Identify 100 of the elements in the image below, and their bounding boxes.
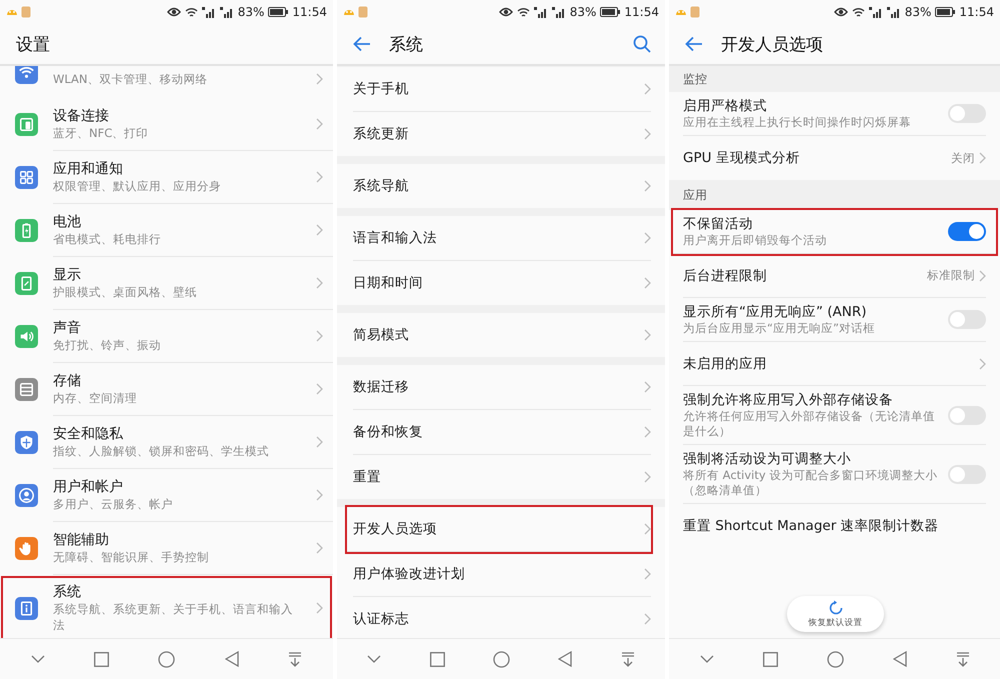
recent-apps-icon[interactable] [430,652,445,666]
chevron-icon [316,73,323,85]
item-title: 用户体验改进计划 [353,565,466,583]
settings-item[interactable]: 用户体验改进计划 [353,552,651,597]
item-subtitle: 多用户、云服务、帐户 [53,496,174,512]
settings-item[interactable]: 语言和输入法 [353,216,651,261]
settings-item[interactable]: 数据迁移 [353,365,651,410]
item-title: 认证标志 [353,610,410,628]
settings-item[interactable]: 声音 免打扰、铃声、振动 [0,310,333,363]
toggle-switch[interactable] [948,310,986,329]
settings-item[interactable]: 安全和隐私 指纹、人脸解锁、锁屏和密码、学生模式 [0,416,333,469]
setting-row[interactable]: 显示所有“应用无响应” (ANR) 为后台应用显示“应用无响应”对话框 [683,298,986,342]
collapse-icon[interactable] [30,655,45,663]
back-icon[interactable] [353,36,371,52]
recent-apps-icon[interactable] [762,652,778,666]
chevron-icon [644,381,651,393]
restore-defaults-button[interactable]: 恢复默认设置 [787,596,884,632]
notification-icon [690,6,700,18]
item-title: 语言和输入法 [353,229,438,247]
search-icon[interactable] [633,35,651,53]
settings-item[interactable]: 备份和恢复 [353,410,651,455]
refresh-icon [828,600,844,616]
signal-icon [220,6,234,18]
settings-item[interactable]: 存储 内存、空间清理 [0,363,333,416]
chevron-icon [316,330,323,342]
chevron-icon [316,383,323,395]
back-icon[interactable] [224,651,239,667]
page-title: 设置 [16,34,51,56]
home-icon[interactable] [492,650,510,668]
back-icon[interactable] [558,651,572,667]
chevron-icon [979,358,986,370]
settings-item[interactable]: 应用和通知 权限管理、默认应用、应用分身 [0,151,333,204]
item-title: 系统更新 [353,125,410,143]
item-subtitle: 指纹、人脸解锁、锁屏和密码、学生模式 [53,443,270,459]
clock: 11:54 [959,5,994,19]
notification-icon [21,6,31,18]
setting-row[interactable]: 强制将活动设为可调整大小 将所有 Activity 设为可配合多窗口环境调整大小（忽略清单值） [683,445,986,504]
setting-row[interactable]: 未启用的应用 [683,342,986,386]
collapse-icon[interactable] [367,655,382,663]
setting-row[interactable]: 强制允许将应用写入外部存储设备 允许将任何应用写入外部存储设备（无论清单值是什么） [683,386,986,445]
pull-down-icon[interactable] [288,652,302,666]
section-header: 监控 [683,70,707,88]
chevron-icon [316,489,323,501]
settings-item[interactable]: 开发人员选项 [347,507,651,552]
chevron-icon [644,232,651,244]
setting-row[interactable]: 重置 Shortcut Manager 速率限制计数器 [683,504,986,548]
chevron-icon [644,277,651,289]
item-title: 重置 [353,468,382,486]
wifi-icon [184,6,198,18]
setting-row[interactable]: GPU 呈现模式分析 关闭 [683,136,986,180]
battery-icon [600,7,620,17]
chevron-icon [316,542,323,554]
home-icon[interactable] [826,650,844,668]
item-title: 开发人员选项 [353,520,438,538]
chevron-icon [644,83,651,95]
eye-icon [498,7,513,17]
item-subtitle: 省电模式、耗电排行 [53,231,162,247]
chevron-icon [316,436,323,448]
item-title: 声音 [53,319,82,337]
settings-item[interactable]: 系统更新 [353,112,651,156]
toggle-switch[interactable] [948,222,986,241]
settings-item[interactable]: 系统 系统导航、系统更新、关于手机、语言和输入法 [0,575,333,638]
speaker-icon [15,325,38,348]
settings-item[interactable]: 用户和帐户 多用户、云服务、帐户 [0,469,333,522]
item-subtitle: 无障碍、智能识屏、手势控制 [53,549,210,565]
back-icon[interactable] [685,36,703,52]
settings-item[interactable]: 日期和时间 [353,261,651,305]
setting-row[interactable]: 后台进程限制 标准限制 [683,254,986,298]
recent-apps-icon[interactable] [94,652,110,666]
item-title: 日期和时间 [353,274,424,292]
setting-title: GPU 呈现模式分析 [683,149,801,167]
storage-icon [15,378,38,401]
section-header: 应用 [683,187,707,204]
settings-item[interactable]: 电池 省电模式、耗电排行 [0,204,333,257]
setting-row[interactable]: 不保留活动 用户离开后即销毁每个活动 [673,210,996,254]
item-title: 用户和帐户 [53,478,124,496]
toggle-switch[interactable] [948,104,986,123]
page-title: 开发人员选项 [721,34,824,56]
settings-item[interactable]: 显示 护眼模式、桌面风格、壁纸 [0,257,333,310]
setting-title: 不保留活动 [683,215,754,233]
settings-item[interactable]: 认证标志 [353,597,651,638]
signal-icon [868,6,883,18]
pull-down-icon[interactable] [620,652,635,666]
toggle-switch[interactable] [948,406,986,424]
pull-down-icon[interactable] [956,652,970,666]
item-title: 系统 [53,582,82,600]
settings-item[interactable]: 重置 [353,455,651,499]
home-icon[interactable] [158,650,176,668]
back-icon[interactable] [892,651,906,667]
toggle-switch[interactable] [948,464,986,484]
setting-title: 显示所有“应用无响应” (ANR) [683,303,868,321]
item-title: 设备连接 [53,107,110,125]
chevron-icon [316,171,323,183]
collapse-icon[interactable] [700,655,714,663]
settings-item[interactable]: 设备连接 蓝牙、NFC、打印 [0,98,333,151]
settings-item[interactable]: 智能辅助 无障碍、智能识屏、手势控制 [0,522,333,575]
signal-icon [534,6,548,18]
setting-row[interactable]: 启用严格模式 应用在主线程上执行长时间操作时闪烁屏幕 [683,92,986,136]
chevron-icon [644,426,651,438]
settings-item[interactable]: 关于手机 [353,67,651,112]
